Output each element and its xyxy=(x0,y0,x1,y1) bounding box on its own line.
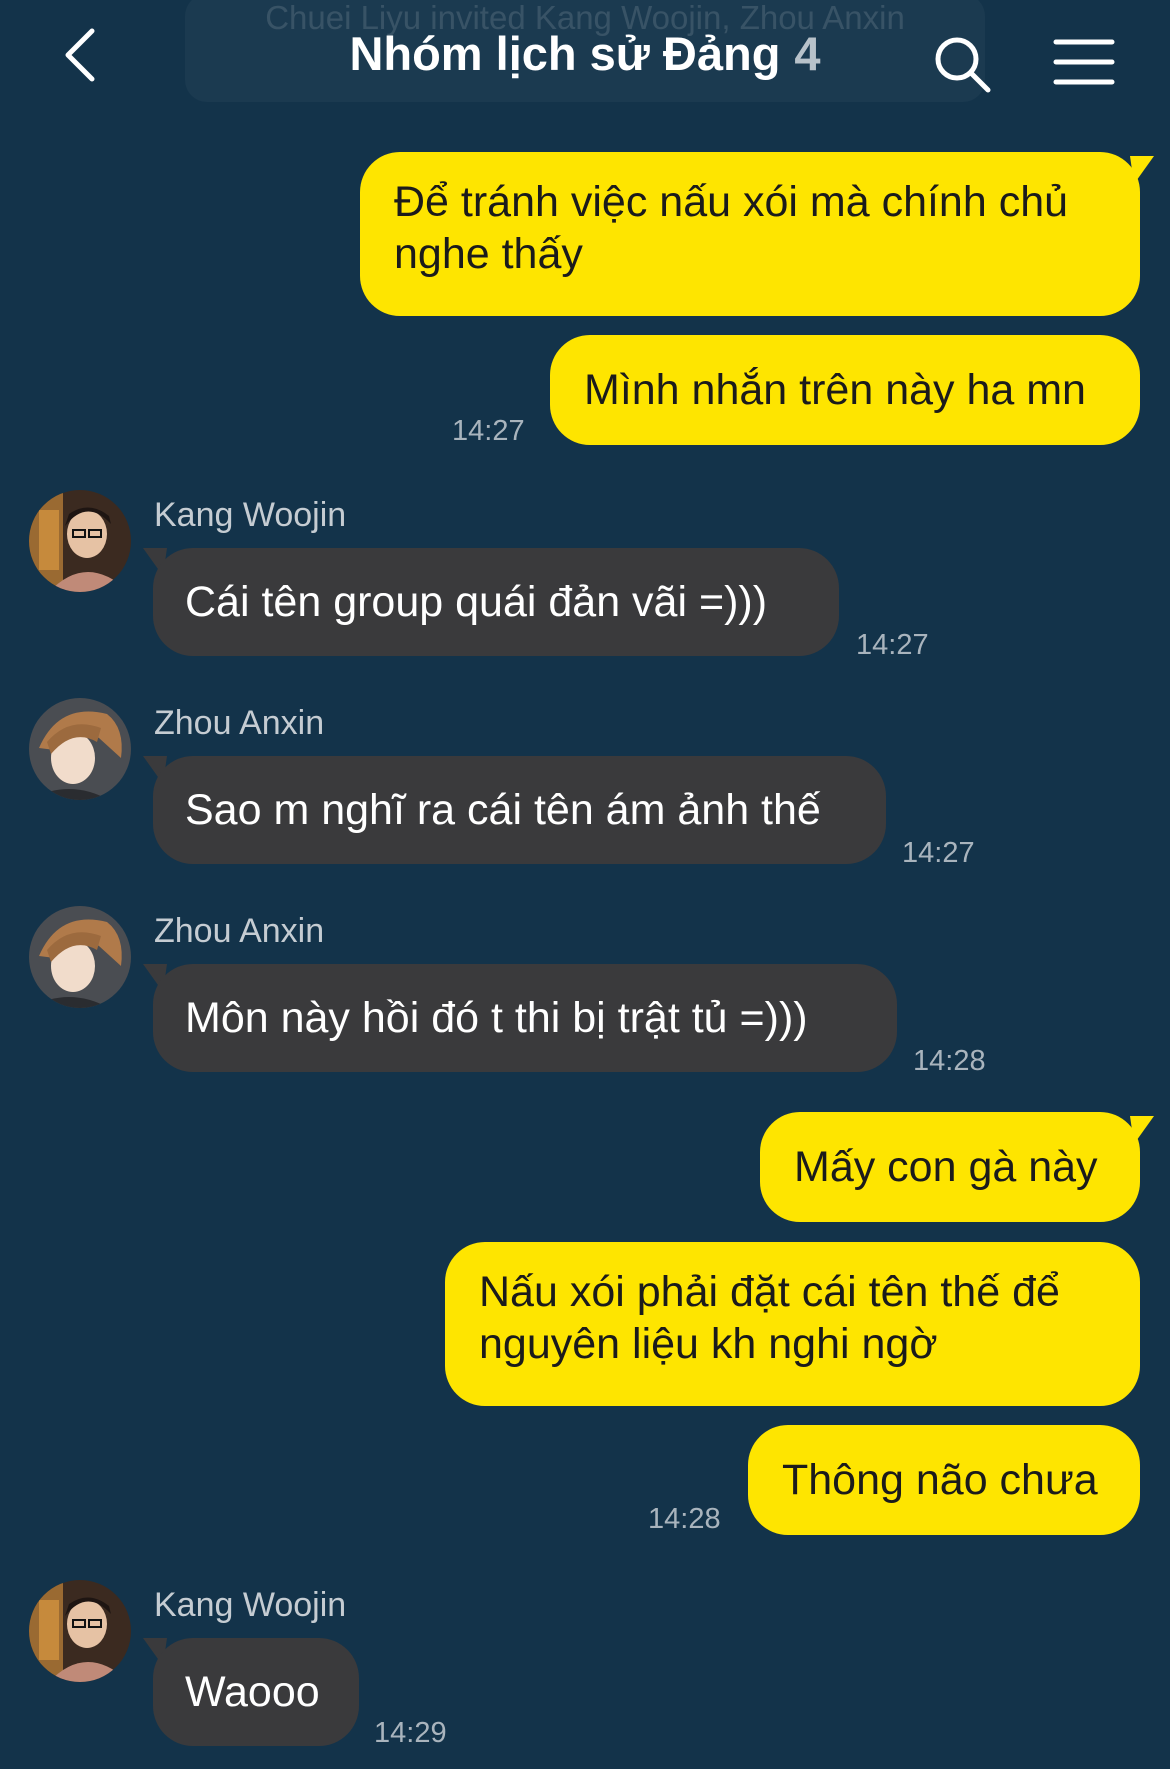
message-timestamp: 14:28 xyxy=(648,1503,721,1535)
message-text: Môn này hồi đó t thi bị trật tủ =))) xyxy=(185,994,808,1042)
my-message-bubble[interactable]: Mình nhắn trên này ha mn xyxy=(550,335,1140,445)
avatar-image xyxy=(29,1580,131,1682)
sender-name: Kang Woojin xyxy=(154,496,347,534)
group-name: Nhóm lịch sử Đảng xyxy=(349,27,781,80)
hamburger-menu-icon xyxy=(1053,39,1115,85)
sender-name: Zhou Anxin xyxy=(154,704,325,742)
message-text: Sao m nghĩ ra cái tên ám ảnh thế xyxy=(185,786,821,834)
message-text: Nấu xói phải đặt cái tên thế để nguyên l… xyxy=(479,1268,1060,1368)
my-message-bubble[interactable]: Để tránh việc nấu xói mà chính chủ nghe … xyxy=(360,152,1140,316)
message-text: Cái tên group quái đản vãi =))) xyxy=(185,578,768,626)
my-message-bubble[interactable]: Thông não chưa xyxy=(748,1425,1140,1535)
my-message-bubble[interactable]: Nấu xói phải đặt cái tên thế để nguyên l… xyxy=(445,1242,1140,1406)
chat-title: Nhóm lịch sử Đảng 4 xyxy=(0,22,1170,86)
bubble-tail xyxy=(1130,1116,1154,1144)
avatar-image xyxy=(29,906,131,1008)
search-button[interactable] xyxy=(930,32,994,96)
menu-button[interactable] xyxy=(1052,34,1116,90)
my-message-bubble[interactable]: Mấy con gà này xyxy=(760,1112,1140,1222)
avatar-kang-woojin[interactable] xyxy=(29,1580,131,1682)
message-text: Waooo xyxy=(185,1668,320,1716)
avatar-kang-woojin[interactable] xyxy=(29,490,131,592)
their-message-bubble[interactable]: Cái tên group quái đản vãi =))) xyxy=(153,548,839,656)
message-text: Để tránh việc nấu xói mà chính chủ nghe … xyxy=(394,178,1069,278)
search-icon xyxy=(935,37,991,93)
bubble-tail xyxy=(1130,156,1154,184)
their-message-bubble[interactable]: Sao m nghĩ ra cái tên ám ảnh thế xyxy=(153,756,886,864)
message-text: Mình nhắn trên này ha mn xyxy=(584,366,1086,414)
message-timestamp: 14:27 xyxy=(452,415,525,447)
member-count: 4 xyxy=(794,27,821,80)
their-message-bubble[interactable]: Môn này hồi đó t thi bị trật tủ =))) xyxy=(153,964,897,1072)
message-text: Mấy con gà này xyxy=(794,1143,1098,1191)
sender-name: Kang Woojin xyxy=(154,1586,347,1624)
chat-header: Nhóm lịch sử Đảng 4 xyxy=(0,0,1170,110)
message-timestamp: 14:27 xyxy=(856,629,929,661)
message-timestamp: 14:27 xyxy=(902,837,975,869)
message-timestamp: 14:28 xyxy=(913,1045,986,1077)
message-text: Thông não chưa xyxy=(782,1456,1098,1504)
message-timestamp: 14:29 xyxy=(374,1717,447,1749)
avatar-zhou-anxin[interactable] xyxy=(29,698,131,800)
avatar-image xyxy=(29,490,131,592)
sender-name: Zhou Anxin xyxy=(154,912,325,950)
their-message-bubble[interactable]: Waooo xyxy=(153,1638,359,1746)
avatar-zhou-anxin[interactable] xyxy=(29,906,131,1008)
avatar-image xyxy=(29,698,131,800)
